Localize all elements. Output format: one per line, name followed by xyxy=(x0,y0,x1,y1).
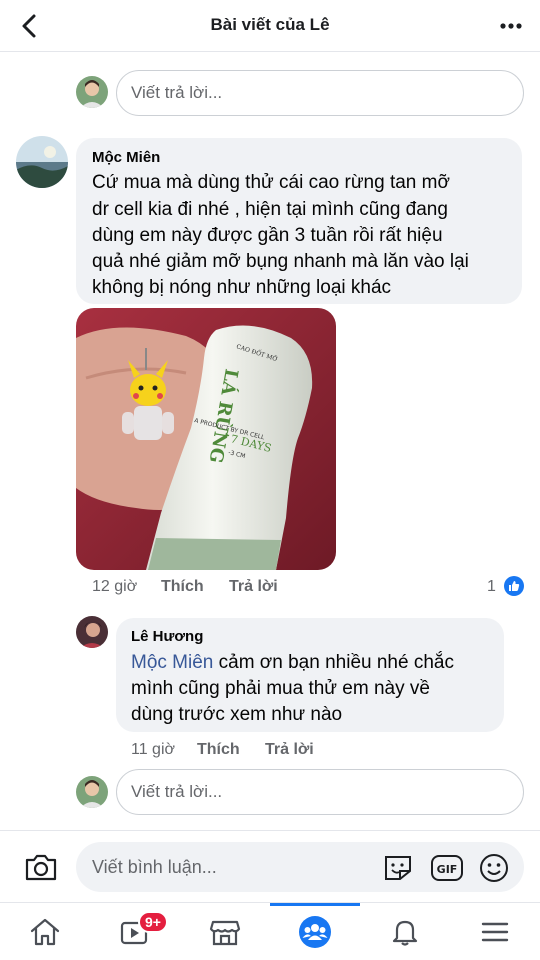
more-dots-icon xyxy=(500,23,522,29)
sticker-icon xyxy=(385,856,411,880)
reply-button[interactable]: Trả lời xyxy=(265,741,314,759)
avatar[interactable] xyxy=(16,136,68,188)
comment-composer: Viết bình luận... GIF xyxy=(0,830,540,902)
comment-text-line: quả nhé giảm mỡ bụng nhanh mà lăn vào lạ… xyxy=(92,251,469,272)
avatar[interactable] xyxy=(76,616,108,648)
gif-icon: GIF xyxy=(431,855,463,881)
store-icon xyxy=(209,920,241,946)
camera-button[interactable] xyxy=(24,852,58,882)
emoji-button[interactable] xyxy=(478,852,510,884)
comment-text-line: mình cũng phải mua thử em này về xyxy=(131,678,430,699)
comment-text-fragment: cảm ơn bạn nhiều nhé chắc xyxy=(213,652,454,673)
user-avatar-icon xyxy=(16,136,68,188)
comment-time: 12 giờ xyxy=(92,578,138,595)
svg-text:GIF: GIF xyxy=(437,863,458,876)
comment-text-line: dùng trước xem như nào xyxy=(131,704,343,725)
screen: Bài viết của Lê Viết trả lời... Mộc Miên… xyxy=(0,0,540,960)
reply-button[interactable]: Trả lời xyxy=(229,578,278,596)
comment-text-line: Cứ mua mà dùng thử cái cao rừng tan mỡ xyxy=(92,172,450,193)
reply-placeholder: Viết trả lời... xyxy=(131,83,223,102)
user-avatar-icon xyxy=(76,76,108,108)
reaction-count[interactable]: 1 xyxy=(487,578,496,596)
nav-menu[interactable] xyxy=(450,903,540,960)
gif-button[interactable]: GIF xyxy=(430,853,464,883)
user-avatar-icon xyxy=(76,776,108,808)
reply-input[interactable]: Viết trả lời... xyxy=(116,769,524,815)
bottom-navigation: 9+ xyxy=(0,902,540,960)
comment-text-line: Mộc Miên cảm ơn bạn nhiều nhé chắc xyxy=(131,650,454,676)
avatar[interactable] xyxy=(76,76,108,108)
home-icon xyxy=(30,918,60,946)
like-reaction-icon xyxy=(504,576,524,596)
comment-placeholder: Viết bình luận... xyxy=(92,856,217,877)
nav-marketplace[interactable] xyxy=(180,903,270,960)
comment-author[interactable]: Lê Hương xyxy=(131,628,203,645)
nav-notifications[interactable] xyxy=(360,903,450,960)
header: Bài viết của Lê xyxy=(0,0,540,52)
comment-text-line: dùng em này được gần 3 tuần rồi rất hiệu xyxy=(92,225,443,246)
reply-placeholder: Viết trả lời... xyxy=(131,782,223,801)
nav-home[interactable] xyxy=(0,903,90,960)
sticker-button[interactable] xyxy=(382,853,414,883)
comment-author[interactable]: Mộc Miên xyxy=(92,149,160,166)
reply-input[interactable]: Viết trả lời... xyxy=(116,70,524,116)
comment-photo[interactable]: CAO ĐỐT MỠ LÁ RỪNG A PRODUCT BY DR CELL … xyxy=(76,308,336,570)
more-options-button[interactable] xyxy=(496,14,526,38)
nav-groups[interactable] xyxy=(270,903,360,960)
emoji-icon xyxy=(480,854,508,882)
mention-link[interactable]: Mộc Miên xyxy=(131,652,213,673)
active-tab-indicator xyxy=(270,903,360,906)
comment-time: 11 giờ xyxy=(131,741,175,758)
notification-badge: 9+ xyxy=(138,911,168,933)
comment-text-line: không bị nóng như những loại khác xyxy=(92,277,392,298)
user-avatar-icon xyxy=(76,616,108,648)
groups-icon xyxy=(299,916,331,948)
camera-icon xyxy=(25,854,57,881)
comment-text-line: dr cell kia đi nhé , hiện tại mình cũng … xyxy=(92,199,448,220)
menu-icon xyxy=(481,922,509,942)
product-photo-image: CAO ĐỐT MỠ LÁ RỪNG A PRODUCT BY DR CELL … xyxy=(76,308,336,570)
nav-watch[interactable]: 9+ xyxy=(90,903,180,960)
avatar[interactable] xyxy=(76,776,108,808)
like-button[interactable]: Thích xyxy=(161,578,204,596)
page-title: Bài viết của Lê xyxy=(210,15,330,34)
like-button[interactable]: Thích xyxy=(197,741,240,759)
bell-icon xyxy=(392,920,418,946)
